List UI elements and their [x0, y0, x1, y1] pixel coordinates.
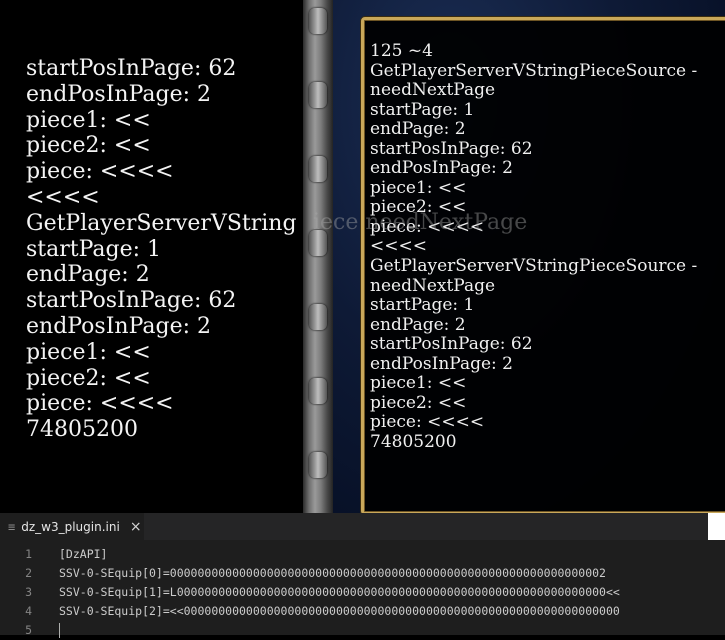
code-line[interactable]: 3 SSV-0-SEquip[1]=L0000000000000000000000…: [0, 583, 725, 602]
dialog-line: endPosInPage: 2: [370, 353, 513, 374]
debug-dialog-text: 125 ~4 GetPlayerServerVStringPieceSource …: [370, 41, 725, 452]
code-line[interactable]: 1 [DzAPI]: [0, 545, 725, 564]
dialog-line: 74805200: [370, 431, 457, 452]
code-editor: ≡ dz_w3_plugin.ini × 1 [DzAPI] 2 SSV-0-SEqu…: [0, 513, 725, 638]
dialog-line: needNextPage: [370, 275, 496, 296]
editor-tab-bar: ≡ dz_w3_plugin.ini ×: [0, 513, 725, 540]
file-icon: ≡: [8, 519, 16, 534]
line-number: 1: [25, 547, 32, 561]
line-text: SSV-0-SEquip[2]=<<0000000000000000000000…: [59, 604, 620, 618]
dialog-line: 125 ~4: [370, 41, 433, 61]
line-number: 4: [25, 604, 32, 618]
pillar-ornament: [309, 82, 327, 108]
line-text: SSV-0-SEquip[0]=000000000000000000000000…: [59, 566, 606, 580]
dialog-line: endPage: 2: [370, 314, 466, 335]
line-number: 5: [25, 623, 32, 637]
pillar-ornament: [309, 156, 327, 182]
pillar-ornament: [309, 452, 327, 478]
dialog-line: piece: <<<<: [370, 412, 485, 433]
pillar-ornament: [309, 304, 327, 330]
dialog-line: endPage: 2: [370, 119, 466, 140]
tab-dz-w3-plugin-ini[interactable]: ≡ dz_w3_plugin.ini ×: [0, 513, 144, 540]
dialog-line: <<<<: [370, 236, 427, 257]
line-text: SSV-0-SEquip[1]=L00000000000000000000000…: [59, 585, 620, 599]
dialog-line: piece2: <<: [370, 392, 467, 413]
dialog-line: startPage: 1: [370, 99, 475, 120]
dialog-line: startPosInPage: 62: [370, 138, 533, 159]
line-number: 2: [25, 566, 32, 580]
dialog-line: GetPlayerServerVStringPieceSource -: [370, 256, 698, 277]
close-icon[interactable]: ×: [130, 519, 142, 535]
code-area[interactable]: 1 [DzAPI] 2 SSV-0-SEquip[0]=000000000000000…: [0, 540, 725, 638]
window-corner: [708, 513, 725, 540]
dialog-line: endPosInPage: 2: [370, 158, 513, 179]
code-line[interactable]: 5: [0, 621, 725, 640]
line-number: 3: [25, 585, 32, 599]
line-text: [DzAPI]: [59, 547, 108, 561]
dialog-line: startPage: 1: [370, 295, 475, 316]
text-cursor: [59, 623, 60, 638]
dialog-line: GetPlayerServerVStringPieceSource -: [370, 60, 698, 81]
code-line[interactable]: 4 SSV-0-SEquip[2]=<<000000000000000000000…: [0, 602, 725, 621]
pillar-ornament: [309, 8, 327, 34]
game-viewport: startPosInPage: 62 endPosInPage: 2 piece1:…: [0, 0, 725, 513]
faded-overlay-text: iece needNextPage: [313, 210, 528, 235]
dialog-line: needNextPage: [370, 80, 496, 101]
tab-label: dz_w3_plugin.ini: [21, 519, 120, 534]
dialog-line: startPosInPage: 62: [370, 334, 533, 355]
pillar-ornament: [309, 378, 327, 404]
stone-pillar-divider: [303, 0, 333, 513]
dialog-line: piece1: <<: [370, 373, 467, 394]
dialog-line: piece1: <<: [370, 177, 467, 198]
code-line[interactable]: 2 SSV-0-SEquip[0]=00000000000000000000000…: [0, 564, 725, 583]
